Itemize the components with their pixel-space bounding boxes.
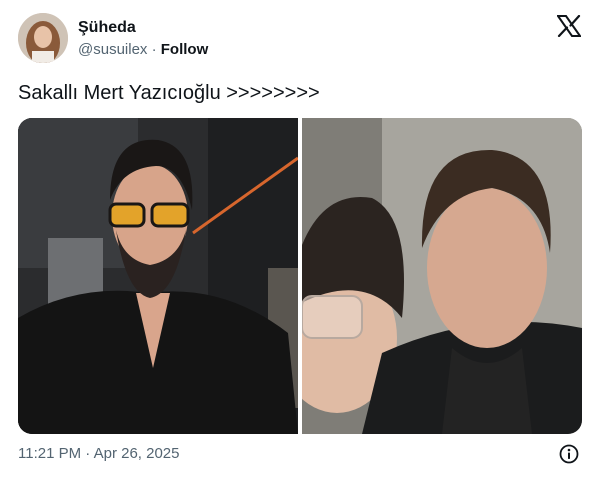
x-logo-icon[interactable] xyxy=(557,15,581,37)
author-handle[interactable]: @susuilex xyxy=(78,41,147,58)
follow-button[interactable]: Follow xyxy=(161,41,209,58)
tweet-photo-right[interactable] xyxy=(302,118,582,434)
info-icon[interactable] xyxy=(559,444,579,464)
avatar[interactable] xyxy=(18,13,68,63)
tweet-text: Sakallı Mert Yazıcıoğlu >>>>>>>> xyxy=(18,82,320,104)
tweet-card: Şüheda @susuilex · Follow Sakallı Mert Y… xyxy=(0,0,600,484)
tweet-media[interactable] xyxy=(18,118,582,434)
author-display-name[interactable]: Şüheda xyxy=(78,19,136,37)
tweet-timestamp[interactable]: 11:21 PM · Apr 26, 2025 xyxy=(18,445,180,463)
author-handle-row: @susuilex · Follow xyxy=(78,41,208,59)
tweet-photo-left[interactable] xyxy=(18,118,298,434)
handle-separator: · xyxy=(151,41,157,58)
